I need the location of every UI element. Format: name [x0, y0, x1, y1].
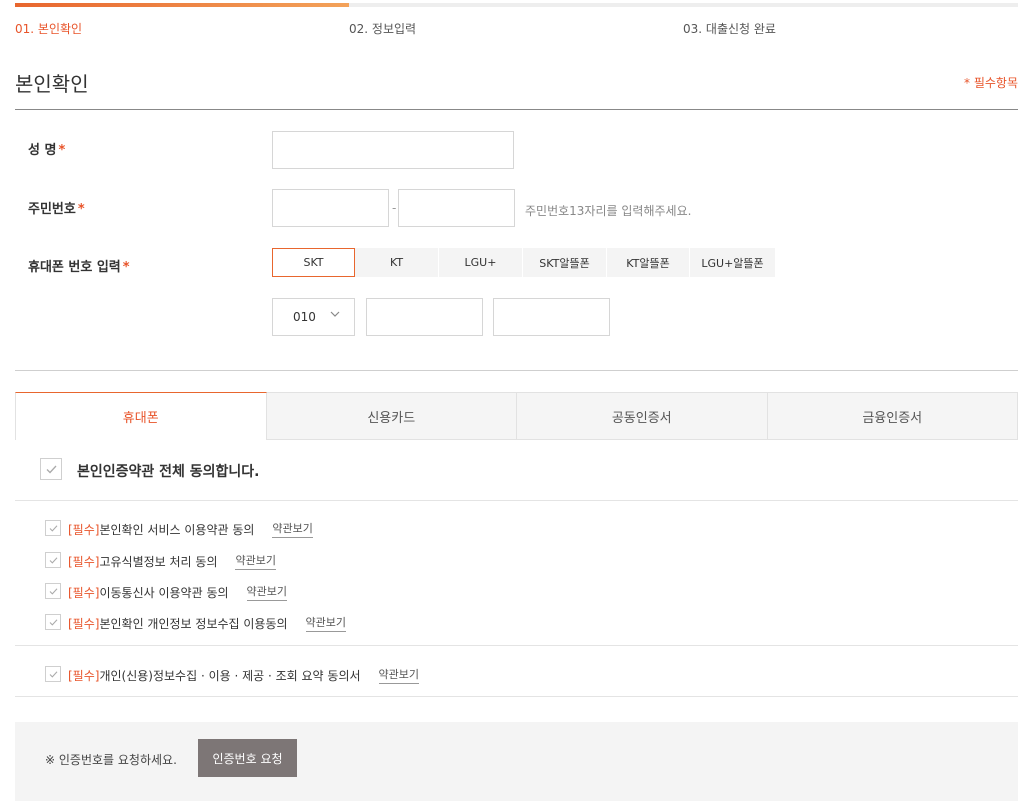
check-icon [49, 670, 57, 678]
phone-label: 휴대폰 번호 입력 * [28, 256, 130, 275]
terms-divider [15, 645, 1018, 646]
view-terms-link[interactable]: 약관보기 [235, 552, 276, 570]
view-terms-link[interactable]: 약관보기 [305, 614, 347, 632]
tab-financial-certificate[interactable]: 금융인증서 [767, 392, 1018, 440]
carrier-lgu-mvno[interactable]: LGU+알뜰폰 [690, 248, 775, 277]
term-checkbox[interactable] [45, 614, 61, 630]
term-label: 본인확인 개인정보 정보수집 이용동의 [99, 616, 288, 631]
phone-middle-input[interactable] [366, 298, 483, 336]
progress-fill [15, 3, 349, 7]
request-note: ※ 인증번호를 요청하세요. [45, 753, 177, 767]
term-row: [필수] 본인확인 서비스 이용약관 동의 약관보기 [68, 520, 313, 538]
term-row: [필수] 개인(신용)정보수집 · 이용 · 제공 · 조회 요약 동의서 약관… [68, 666, 420, 684]
check-icon [49, 587, 57, 595]
request-code-button[interactable]: 인증번호 요청 [198, 739, 297, 777]
carrier-selector: SKT KT LGU+ SKT알뜰폰 KT알뜰폰 LGU+알뜰폰 [272, 248, 775, 277]
phone-label-text: 휴대폰 번호 입력 [28, 260, 121, 275]
name-label-text: 성 명 [28, 143, 57, 158]
rrn-label: 주민번호 * [28, 198, 85, 217]
carrier-skt[interactable]: SKT [272, 248, 355, 277]
required-tag: [필수] [68, 616, 100, 631]
agree-all-checkbox[interactable] [40, 458, 62, 480]
rrn-label-text: 주민번호 [28, 202, 76, 217]
required-star: * [77, 202, 85, 217]
check-icon [49, 524, 57, 532]
view-terms-link[interactable]: 약관보기 [246, 583, 288, 601]
tab-credit-card[interactable]: 신용카드 [266, 392, 517, 440]
term-checkbox[interactable] [45, 552, 61, 568]
required-tag: [필수] [68, 554, 100, 569]
term-label: 본인확인 서비스 이용약관 동의 [99, 522, 255, 537]
term-row: [필수] 고유식별정보 처리 동의 약관보기 [68, 552, 276, 570]
form-divider [15, 370, 1018, 371]
phone-prefix-value: 010 [293, 310, 316, 324]
required-star: * [122, 260, 130, 275]
rrn-dash: - [392, 201, 397, 215]
check-icon [49, 556, 57, 564]
rrn-front-input[interactable] [272, 189, 389, 227]
header-divider [15, 109, 1018, 110]
view-terms-link[interactable]: 약관보기 [272, 520, 313, 538]
term-checkbox[interactable] [45, 583, 61, 599]
tab-joint-certificate[interactable]: 공동인증서 [517, 392, 768, 440]
view-terms-link[interactable]: 약관보기 [378, 666, 420, 684]
carrier-kt-mvno[interactable]: KT알뜰폰 [607, 248, 690, 277]
required-tag: [필수] [68, 668, 100, 683]
phone-prefix-select[interactable]: 010 [272, 298, 355, 336]
auth-method-tabs: 휴대폰 신용카드 공동인증서 금융인증서 [15, 392, 1018, 440]
check-icon [49, 618, 57, 626]
progress-track [15, 3, 1018, 7]
page-title: 본인확인 [15, 72, 89, 96]
agree-divider [15, 500, 1018, 501]
step-3: 03. 대출신청 완료 [683, 22, 776, 36]
term-checkbox[interactable] [45, 520, 61, 536]
term-row: [필수] 이동통신사 이용약관 동의 약관보기 [68, 583, 288, 601]
step-2: 02. 정보입력 [349, 22, 417, 36]
rrn-back-input[interactable] [398, 189, 515, 227]
step-1: 01. 본인확인 [15, 22, 83, 36]
term-label: 개인(신용)정보수집 · 이용 · 제공 · 조회 요약 동의서 [99, 668, 361, 683]
term-label: 이동통신사 이용약관 동의 [99, 585, 229, 600]
term-label: 고유식별정보 처리 동의 [99, 554, 218, 569]
terms-bottom-divider [15, 696, 1018, 697]
carrier-skt-mvno[interactable]: SKT알뜰폰 [523, 248, 607, 277]
term-checkbox[interactable] [45, 666, 61, 682]
required-tag: [필수] [68, 522, 100, 537]
agree-all-label: 본인인증약관 전체 동의합니다. [77, 464, 260, 480]
name-label: 성 명 * [28, 139, 65, 158]
chevron-down-icon [330, 309, 340, 322]
name-input[interactable] [272, 131, 514, 169]
carrier-lgu[interactable]: LGU+ [439, 248, 523, 277]
phone-last-input[interactable] [493, 298, 610, 336]
rrn-hint: 주민번호13자리를 입력해주세요. [525, 204, 692, 218]
required-tag: [필수] [68, 585, 100, 600]
carrier-kt[interactable]: KT [355, 248, 439, 277]
term-row: [필수] 본인확인 개인정보 정보수집 이용동의 약관보기 [68, 614, 347, 632]
tab-mobile[interactable]: 휴대폰 [15, 392, 267, 440]
required-note: * 필수항목 [964, 76, 1018, 90]
required-star: * [58, 143, 66, 158]
check-icon [46, 465, 56, 473]
